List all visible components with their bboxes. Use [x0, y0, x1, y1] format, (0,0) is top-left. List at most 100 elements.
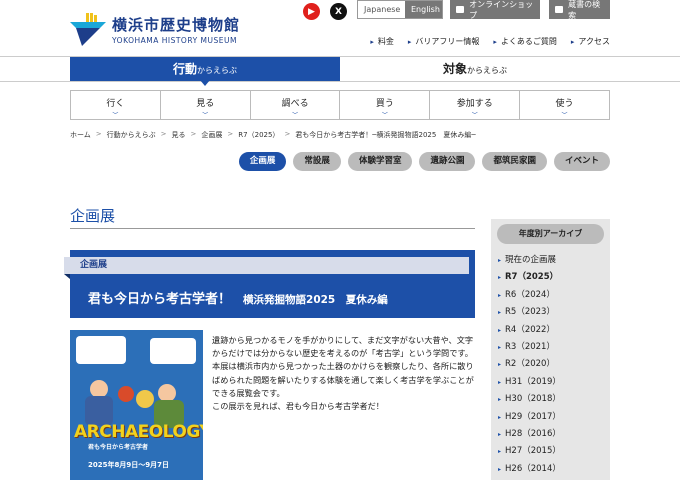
tab-pointer-icon: [200, 80, 210, 86]
chevron-right-icon: ▸: [498, 430, 502, 438]
exhibition-description: 遺跡から見つかるモノを手がかりにして、まだ文字がない大昔や、文字からだけでは分か…: [212, 335, 474, 412]
title-divider: [70, 228, 475, 229]
util-link-faq[interactable]: ▸ よくあるご質問: [493, 36, 557, 47]
pill-permanent-exhibition[interactable]: 常設展: [293, 152, 341, 171]
chevron-right-icon: ▸: [498, 291, 502, 299]
category-nav: 行く ﹀ 見る ﹀ 調べる ﹀ 買う ﹀ 参加する ﹀ 使う ﹀: [70, 90, 610, 120]
archive-item[interactable]: ▸ R5（2023）: [498, 305, 610, 322]
archive-item[interactable]: ▸ R7（2025）: [498, 270, 610, 287]
catnav-buy[interactable]: 買う ﹀: [340, 91, 431, 119]
archive-sidebar: 年度別アーカイブ ▸ 現在の企画展 ▸ R7（2025） ▸ R6（2024） ▸ R5（20…: [491, 219, 610, 480]
breadcrumb-item[interactable]: 企画展: [201, 130, 222, 140]
archive-item[interactable]: ▸ R6（2024）: [498, 288, 610, 305]
pill-hands-on-room[interactable]: 体験学習室: [347, 152, 413, 171]
archive-item-label: R4（2022）: [505, 324, 555, 335]
section-pills: 企画展 常設展 体験学習室 遺跡公園 都筑民家園 イベント: [238, 152, 610, 171]
chevron-down-icon: ﹀: [292, 112, 299, 119]
archive-item[interactable]: ▸ R4（2022）: [498, 323, 610, 340]
chevron-down-icon: ﹀: [112, 112, 119, 119]
archive-list: ▸ 現在の企画展 ▸ R7（2025） ▸ R6（2024） ▸ R5（2023） ▸ R4（20…: [491, 253, 610, 479]
breadcrumb: ホーム > 行動からえらぶ > 見る > 企画展 > R7（2025） > 君も今日から考…: [70, 130, 476, 140]
logo-subtitle: YOKOHAMA HISTORY MUSEUM: [112, 35, 237, 45]
pill-farmhouse[interactable]: 都筑民家園: [482, 152, 547, 171]
pill-event[interactable]: イベント: [553, 152, 610, 171]
catnav-join[interactable]: 参加する ﹀: [430, 91, 521, 119]
util-link-access[interactable]: ▸ アクセス: [571, 36, 610, 47]
pill-special-exhibition[interactable]: 企画展: [238, 152, 287, 171]
poster-bubble: [76, 336, 126, 364]
catnav-see[interactable]: 見る ﹀: [161, 91, 251, 119]
archive-item[interactable]: ▸ R2（2020）: [498, 357, 610, 374]
chevron-right-icon: ▸: [498, 448, 502, 456]
chevron-right-icon: ▸: [498, 465, 502, 473]
chevron-right-icon: ▸: [498, 413, 502, 421]
mode-tabs: 行動からえらぶ 対象からえらぶ: [0, 56, 680, 82]
exhibition-title: 君も今日から考古学者！ 横浜発掘物語2025 夏休み編: [88, 292, 388, 307]
online-shop-button[interactable]: オンラインショップ: [450, 0, 540, 20]
book-icon: [555, 6, 564, 13]
chevron-right-icon: ▸: [498, 343, 502, 351]
breadcrumb-item[interactable]: 見る: [172, 130, 186, 140]
breadcrumb-item[interactable]: 行動からえらぶ: [107, 130, 156, 140]
language-switch: Japanese English: [357, 0, 443, 19]
archive-item-label: R6（2024）: [505, 289, 555, 300]
chevron-right-icon: ▸: [498, 361, 502, 369]
lang-english-button[interactable]: English: [405, 1, 442, 18]
util-link-barrier-free[interactable]: ▸ バリアフリー情報: [408, 36, 480, 47]
breadcrumb-home[interactable]: ホーム: [70, 130, 91, 140]
chevron-right-icon: ▸: [498, 309, 502, 317]
character-figure: [136, 390, 154, 408]
archive-item-label: H26（2014）: [505, 463, 561, 474]
archive-item[interactable]: ▸ R3（2021）: [498, 340, 610, 357]
chevron-right-icon: ▸: [493, 38, 497, 46]
library-search-label: 蔵書の検索: [568, 0, 601, 20]
poster-date: 2025年8月9日〜9月7日: [88, 461, 169, 469]
poster-title: ARCHAEOLOGY: [74, 422, 203, 442]
archive-item[interactable]: ▸ H27（2015）: [498, 444, 610, 461]
youtube-icon[interactable]: ▶: [303, 3, 320, 20]
chevron-down-icon: ﹀: [471, 112, 478, 119]
chevron-right-icon: ▸: [570, 38, 575, 46]
archive-item-label: H28（2016）: [505, 428, 561, 439]
tab-by-audience[interactable]: 対象からえらぶ: [340, 57, 610, 81]
archive-item[interactable]: ▸ H30（2018）: [498, 392, 610, 409]
archive-item[interactable]: ▸ 現在の企画展: [498, 253, 610, 270]
archive-item[interactable]: ▸ H26（2014）: [498, 462, 610, 479]
breadcrumb-current: 君も今日から考古学者！─横浜発掘物語2025 夏休み編─: [295, 131, 476, 139]
x-icon[interactable]: X: [330, 3, 347, 20]
archive-item[interactable]: ▸ H28（2016）: [498, 427, 610, 444]
catnav-use[interactable]: 使う ﹀: [520, 91, 609, 119]
chevron-right-icon: ▸: [370, 38, 374, 46]
poster-subtitle: 君も今日から考古学者: [88, 444, 149, 451]
chevron-down-icon: ﹀: [381, 112, 388, 119]
tab-by-action[interactable]: 行動からえらぶ: [70, 57, 340, 81]
breadcrumb-item[interactable]: R7（2025）: [238, 130, 279, 140]
chevron-right-icon: ▸: [498, 378, 502, 386]
archive-item[interactable]: ▸ H29（2017）: [498, 410, 610, 427]
archive-item-label: R5（2023）: [505, 307, 555, 318]
archive-item-label: 現在の企画展: [505, 255, 557, 265]
pill-site-park[interactable]: 遺跡公園: [419, 152, 476, 171]
archive-heading: 年度別アーカイブ: [497, 224, 604, 244]
archive-item-label: R7（2025）: [505, 272, 559, 283]
archive-item-label: R2（2020）: [505, 359, 555, 370]
lang-japanese-button[interactable]: Japanese: [358, 1, 405, 18]
online-shop-label: オンラインショップ: [469, 0, 534, 20]
chevron-right-icon: ▸: [498, 274, 502, 282]
poster-bubble: [150, 338, 196, 364]
archive-item[interactable]: ▸ H31（2019）: [498, 375, 610, 392]
character-figure: [118, 386, 134, 402]
catnav-research[interactable]: 調べる ﹀: [251, 91, 341, 119]
chevron-right-icon: ▸: [498, 257, 502, 264]
logo-mark-icon: [70, 12, 106, 46]
exhibition-poster: ARCHAEOLOGY 君も今日から考古学者 2025年8月9日〜9月7日: [70, 330, 203, 480]
catnav-go[interactable]: 行く ﹀: [71, 91, 161, 119]
chevron-right-icon: ▸: [498, 396, 502, 404]
museum-logo[interactable]: 横浜市歴史博物館 YOKOHAMA HISTORY MUSEUM: [70, 12, 240, 46]
chevron-down-icon: ﹀: [202, 112, 209, 119]
library-search-button[interactable]: 蔵書の検索: [549, 0, 610, 20]
ribbon-fold: [64, 274, 70, 279]
page-title: 企画展: [70, 207, 116, 225]
util-link-fee[interactable]: ▸ 料金: [370, 36, 394, 47]
banner-label: 企画展: [64, 257, 469, 274]
